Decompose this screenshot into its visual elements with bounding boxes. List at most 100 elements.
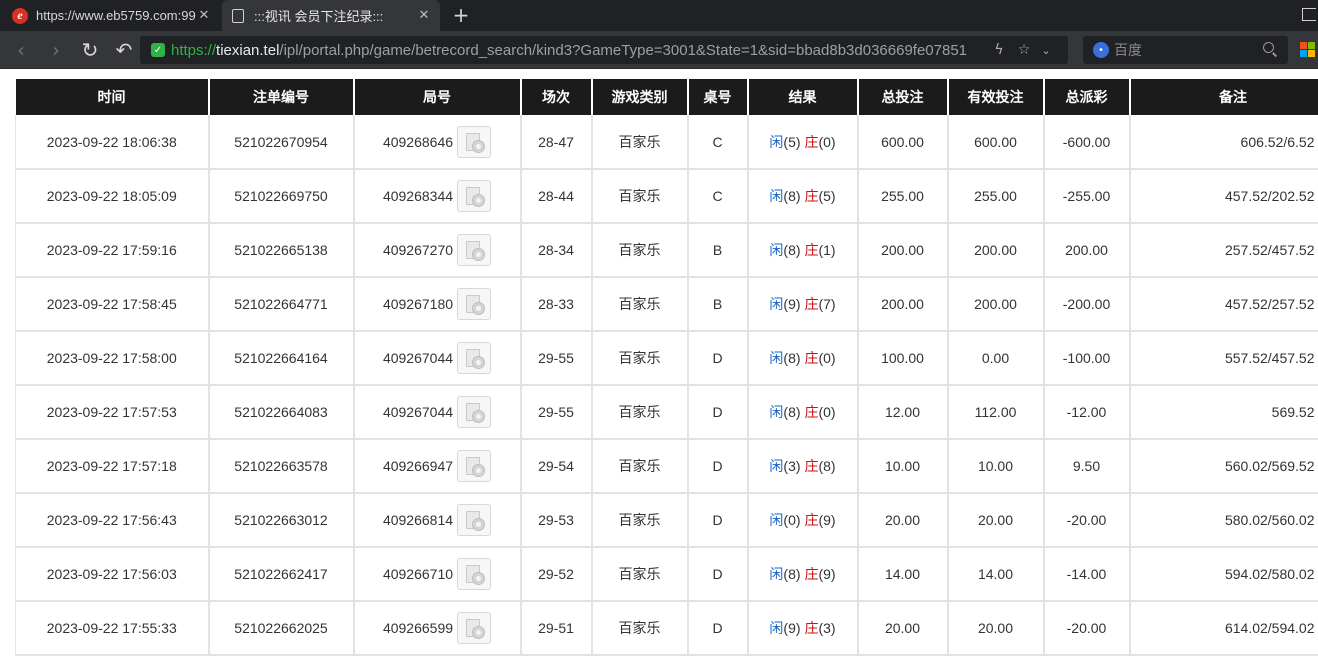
table-row: 2023-09-22 17:58:00 521022664164 4092670… — [15, 331, 1318, 386]
address-bar[interactable]: ✓ https://tiexian.tel/ipl/portal.php/gam… — [140, 36, 1068, 64]
cell-valid-bet: 112.00 — [947, 385, 1045, 440]
player-label: 闲 — [769, 350, 784, 366]
header-result[interactable]: 结果 — [747, 79, 859, 115]
cell-note: 557.52/457.52 — [1129, 331, 1318, 386]
close-icon[interactable]: ✕ — [416, 7, 432, 23]
cell-result: 闲(3) 庄(8) — [747, 439, 859, 494]
player-label: 闲 — [769, 133, 784, 150]
cell-round: 409268646 — [353, 115, 522, 170]
cell-valid-bet: 255.00 — [947, 169, 1045, 224]
cell-round: 409267270 — [353, 223, 522, 278]
header-note[interactable]: 备注 — [1129, 79, 1318, 115]
replay-video-icon[interactable] — [457, 288, 492, 320]
header-time[interactable]: 时间 — [15, 79, 210, 115]
player-label: 闲 — [769, 458, 784, 474]
cell-shoe: 29-53 — [520, 493, 593, 548]
banker-score: (5) — [818, 188, 836, 204]
banker-score: (9) — [818, 566, 836, 582]
cell-bet-id: 521022662417 — [208, 547, 355, 602]
forward-arrow-icon[interactable]: › — [45, 38, 67, 62]
replay-video-icon[interactable] — [457, 504, 492, 536]
player-label: 闲 — [769, 188, 784, 204]
chevron-down-icon[interactable]: ⌄ — [1037, 41, 1055, 59]
cell-note: 594.02/580.02 — [1129, 547, 1318, 602]
round-number: 409268646 — [382, 133, 454, 150]
cell-result: 闲(8) 庄(1) — [747, 223, 859, 278]
round-number: 409267180 — [382, 296, 454, 312]
replay-video-icon[interactable] — [457, 342, 492, 374]
replay-video-icon[interactable] — [457, 396, 492, 428]
round-number: 409266599 — [382, 620, 454, 636]
player-score: (8) — [783, 188, 801, 204]
window-restore-icon[interactable] — [1302, 8, 1316, 21]
banker-label: 庄 — [804, 350, 819, 366]
tab-title: https://www.eb5759.com:99 — [36, 8, 196, 23]
cell-result: 闲(0) 庄(9) — [747, 493, 859, 548]
cell-table-no: D — [687, 331, 749, 386]
replay-video-icon[interactable] — [457, 558, 492, 590]
star-icon[interactable]: ☆ — [1015, 41, 1033, 59]
reload-icon[interactable]: ↻ — [79, 38, 101, 62]
cell-valid-bet: 10.00 — [947, 439, 1045, 494]
url-scheme: https:// — [171, 41, 217, 59]
banker-label: 庄 — [804, 404, 819, 420]
cell-result: 闲(5) 庄(0) — [747, 115, 859, 170]
cell-note: 560.02/569.52 — [1129, 439, 1318, 494]
new-tab-button[interactable]: + — [450, 3, 472, 27]
cell-total-bet: 10.00 — [857, 439, 949, 494]
table-row: 2023-09-22 17:57:18 521022663578 4092669… — [15, 439, 1318, 494]
header-total-bet[interactable]: 总投注 — [857, 79, 949, 115]
cell-payout: -100.00 — [1043, 331, 1131, 386]
cell-time: 2023-09-22 17:55:33 — [15, 601, 210, 656]
table-row: 2023-09-22 17:57:53 521022664083 4092670… — [15, 385, 1318, 440]
banker-label: 庄 — [804, 296, 819, 312]
undo-icon[interactable]: ↶ — [113, 38, 135, 62]
banker-label: 庄 — [804, 620, 819, 636]
cell-shoe: 29-55 — [520, 385, 593, 440]
header-round[interactable]: 局号 — [353, 79, 522, 115]
replay-video-icon[interactable] — [457, 612, 492, 644]
header-valid-bet[interactable]: 有效投注 — [947, 79, 1045, 115]
cell-payout: -12.00 — [1043, 385, 1131, 440]
banker-label: 庄 — [804, 566, 819, 582]
player-label: 闲 — [769, 566, 784, 582]
table-row: 2023-09-22 17:55:33 521022662025 4092665… — [15, 601, 1318, 656]
round-number: 409266710 — [382, 566, 454, 582]
cell-bet-id: 521022664164 — [208, 331, 355, 386]
header-table-no[interactable]: 桌号 — [687, 79, 749, 115]
banker-label: 庄 — [804, 458, 819, 474]
cell-game-type: 百家乐 — [591, 223, 689, 278]
close-icon[interactable]: ✕ — [196, 7, 212, 23]
replay-video-icon[interactable] — [457, 180, 492, 212]
header-payout[interactable]: 总派彩 — [1043, 79, 1131, 115]
player-label: 闲 — [769, 404, 784, 420]
search-icon[interactable] — [1262, 41, 1278, 57]
header-bet-id[interactable]: 注单编号 — [208, 79, 355, 115]
cell-payout: 200.00 — [1043, 223, 1131, 278]
header-game-type[interactable]: 游戏类别 — [591, 79, 689, 115]
replay-video-icon[interactable] — [457, 234, 492, 266]
banker-score: (9) — [818, 512, 836, 528]
cell-game-type: 百家乐 — [591, 169, 689, 224]
cell-table-no: C — [687, 115, 749, 170]
tab-bet-record[interactable]: :::视讯 会员下注纪录::: ✕ — [222, 0, 440, 31]
search-box[interactable]: • 百度 — [1083, 36, 1288, 64]
cell-total-bet: 14.00 — [857, 547, 949, 602]
lightning-icon[interactable]: ϟ — [990, 41, 1008, 59]
player-score: (8) — [783, 404, 801, 420]
back-arrow-icon[interactable]: ‹ — [10, 38, 32, 62]
replay-video-icon[interactable] — [457, 450, 492, 482]
cell-payout: 9.50 — [1043, 439, 1131, 494]
cell-round: 409267180 — [353, 277, 522, 332]
cell-note: 569.52 — [1129, 385, 1318, 440]
tab-eb5759[interactable]: e https://www.eb5759.com:99 ✕ — [0, 0, 220, 31]
cell-game-type: 百家乐 — [591, 115, 689, 170]
replay-video-icon[interactable] — [457, 125, 492, 158]
cell-time: 2023-09-22 17:59:16 — [15, 223, 210, 278]
cell-result: 闲(9) 庄(7) — [747, 277, 859, 332]
url-text[interactable]: https://tiexian.tel/ipl/portal.php/game/… — [171, 42, 991, 59]
cell-payout: -255.00 — [1043, 169, 1131, 224]
header-shoe[interactable]: 场次 — [520, 79, 593, 115]
player-score: (5) — [783, 133, 801, 150]
windows-logo-icon[interactable] — [1300, 42, 1318, 58]
